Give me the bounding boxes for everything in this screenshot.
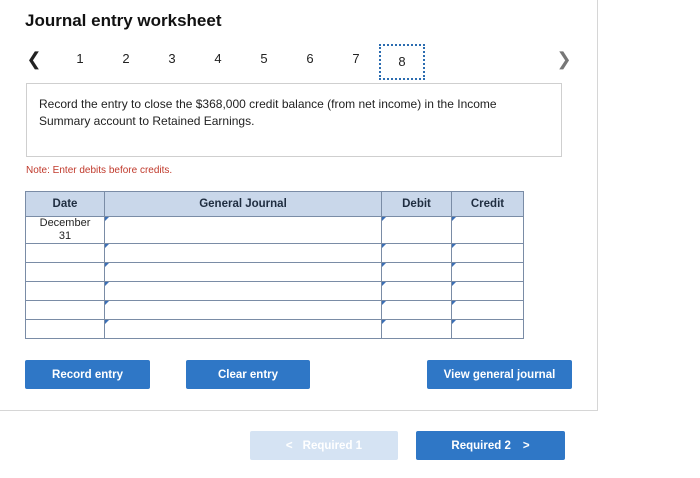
table-row — [25, 319, 524, 339]
step-3[interactable]: 3 — [162, 51, 182, 66]
table-row — [25, 243, 524, 263]
account-input[interactable] — [104, 300, 382, 320]
debit-input[interactable] — [381, 262, 452, 282]
view-general-journal-button[interactable]: View general journal — [427, 360, 572, 389]
table-row — [25, 300, 524, 320]
date-day: 31 — [58, 230, 72, 242]
debit-input[interactable] — [381, 243, 452, 263]
table-row — [25, 262, 524, 282]
table-row — [25, 281, 524, 301]
date-cell — [25, 319, 105, 339]
chevron-right-icon[interactable]: ❯ — [554, 48, 574, 70]
page-title: Journal entry worksheet — [25, 11, 222, 30]
debit-input[interactable] — [381, 216, 452, 244]
header-debit: Debit — [381, 191, 452, 217]
record-entry-button[interactable]: Record entry — [25, 360, 150, 389]
step-4[interactable]: 4 — [208, 51, 228, 66]
clear-entry-button[interactable]: Clear entry — [186, 360, 310, 389]
required-2-button[interactable]: Required 2 > — [416, 431, 565, 460]
debit-input[interactable] — [381, 300, 452, 320]
account-input[interactable] — [104, 216, 382, 244]
step-8-active[interactable]: 8 — [379, 44, 425, 80]
date-cell — [25, 300, 105, 320]
debit-input[interactable] — [381, 281, 452, 301]
credit-input[interactable] — [451, 300, 524, 320]
required-1-button[interactable]: < Required 1 — [250, 431, 398, 460]
credit-input[interactable] — [451, 319, 524, 339]
chevron-left-icon[interactable]: ❮ — [24, 48, 44, 70]
credit-input[interactable] — [451, 216, 524, 244]
account-input[interactable] — [104, 243, 382, 263]
account-input[interactable] — [104, 281, 382, 301]
credit-input[interactable] — [451, 243, 524, 263]
worksheet-panel: Journal entry worksheet ❮ 1 2 3 4 5 6 7 … — [0, 0, 598, 411]
note-text: Note: Enter debits before credits. — [26, 165, 173, 176]
date-cell — [25, 243, 105, 263]
step-7[interactable]: 7 — [346, 51, 366, 66]
date-month: December — [39, 217, 91, 229]
table-row: December 31 — [25, 216, 524, 244]
chevron-right-icon: > — [522, 439, 530, 452]
required-1-label: Required 1 — [302, 439, 363, 452]
account-input[interactable] — [104, 262, 382, 282]
date-cell — [25, 262, 105, 282]
chevron-left-icon: < — [285, 439, 293, 452]
instruction-box: Record the entry to close the $368,000 c… — [26, 83, 562, 157]
header-date: Date — [25, 191, 105, 217]
footer-nav: < Required 1 Required 2 > — [0, 411, 700, 478]
header-general-journal: General Journal — [104, 191, 382, 217]
credit-input[interactable] — [451, 262, 524, 282]
step-6[interactable]: 6 — [300, 51, 320, 66]
step-5[interactable]: 5 — [254, 51, 274, 66]
header-credit: Credit — [451, 191, 524, 217]
debit-input[interactable] — [381, 319, 452, 339]
date-cell — [25, 281, 105, 301]
journal-table: Date General Journal Debit Credit Decemb… — [25, 191, 524, 339]
step-2[interactable]: 2 — [116, 51, 136, 66]
date-cell: December 31 — [25, 216, 105, 244]
account-input[interactable] — [104, 319, 382, 339]
credit-input[interactable] — [451, 281, 524, 301]
required-2-label: Required 2 — [451, 439, 511, 452]
step-1[interactable]: 1 — [70, 51, 90, 66]
